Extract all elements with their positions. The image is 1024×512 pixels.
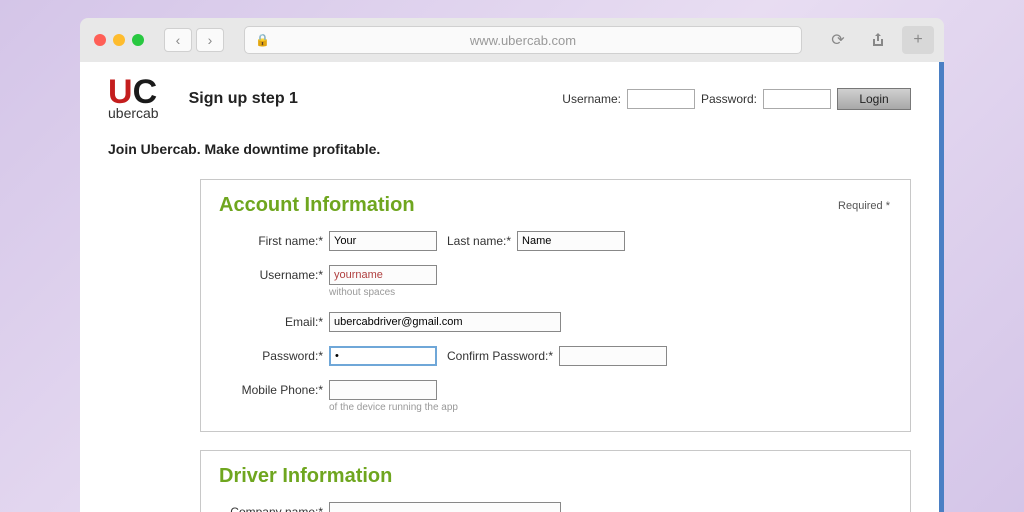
confirm-password-input[interactable]	[559, 346, 667, 366]
login-password-input[interactable]	[763, 89, 831, 109]
login-password-label: Password:	[701, 92, 757, 106]
new-tab-button[interactable]: +	[902, 26, 934, 54]
logo-brand-text: ubercab	[108, 105, 159, 121]
mobile-phone-hint: of the device running the app	[329, 402, 458, 413]
back-button[interactable]: ‹	[164, 28, 192, 52]
password-label: Password:*	[219, 346, 329, 363]
company-name-input[interactable]	[329, 502, 561, 512]
page-viewport: U C ubercab Sign up step 1 Username: Pas…	[80, 62, 944, 512]
username-hint: without spaces	[329, 287, 437, 298]
company-name-label: Company name:*	[219, 502, 329, 512]
browser-toolbar: ‹ › 🔒 www.ubercab.com ⟳ +	[80, 18, 944, 62]
password-input[interactable]	[329, 346, 437, 366]
forward-button[interactable]: ›	[196, 28, 224, 52]
email-label: Email:*	[219, 312, 329, 329]
first-name-input[interactable]	[329, 231, 437, 251]
maximize-window-icon[interactable]	[132, 34, 144, 46]
login-username-input[interactable]	[627, 89, 695, 109]
page-title: Sign up step 1	[189, 90, 298, 108]
lock-icon: 🔒	[255, 33, 270, 47]
minimize-window-icon[interactable]	[113, 34, 125, 46]
mobile-phone-label: Mobile Phone:*	[219, 380, 329, 397]
page-header: U C ubercab Sign up step 1 Username: Pas…	[108, 78, 911, 121]
last-name-input[interactable]	[517, 231, 625, 251]
ubercab-logo: U C ubercab	[108, 78, 159, 121]
username-input[interactable]	[329, 265, 437, 285]
logo-letter-u: U	[108, 78, 133, 107]
account-info-section: Account Information Required * First nam…	[200, 179, 911, 432]
confirm-password-label: Confirm Password:*	[447, 346, 553, 363]
close-window-icon[interactable]	[94, 34, 106, 46]
url-bar[interactable]: 🔒 www.ubercab.com	[244, 26, 802, 54]
mobile-phone-input[interactable]	[329, 380, 437, 400]
driver-info-section: Driver Information Company name:*	[200, 450, 911, 512]
first-name-label: First name:*	[219, 231, 329, 248]
driver-info-title: Driver Information	[219, 465, 892, 488]
login-username-label: Username:	[562, 92, 621, 106]
required-note: Required *	[838, 200, 890, 212]
login-button[interactable]: Login	[837, 88, 911, 110]
nav-buttons: ‹ ›	[164, 28, 224, 52]
share-icon	[870, 32, 886, 48]
account-info-title: Account Information	[219, 194, 892, 217]
username-label: Username:*	[219, 265, 329, 282]
last-name-label: Last name:*	[447, 231, 511, 248]
reload-button[interactable]: ⟳	[822, 26, 854, 54]
traffic-lights	[94, 34, 144, 46]
login-area: Username: Password: Login	[562, 88, 911, 110]
share-button[interactable]	[862, 26, 894, 54]
logo-letter-c: C	[133, 78, 158, 107]
tagline: Join Ubercab. Make downtime profitable.	[108, 141, 911, 157]
url-text: www.ubercab.com	[470, 33, 576, 48]
email-input[interactable]	[329, 312, 561, 332]
